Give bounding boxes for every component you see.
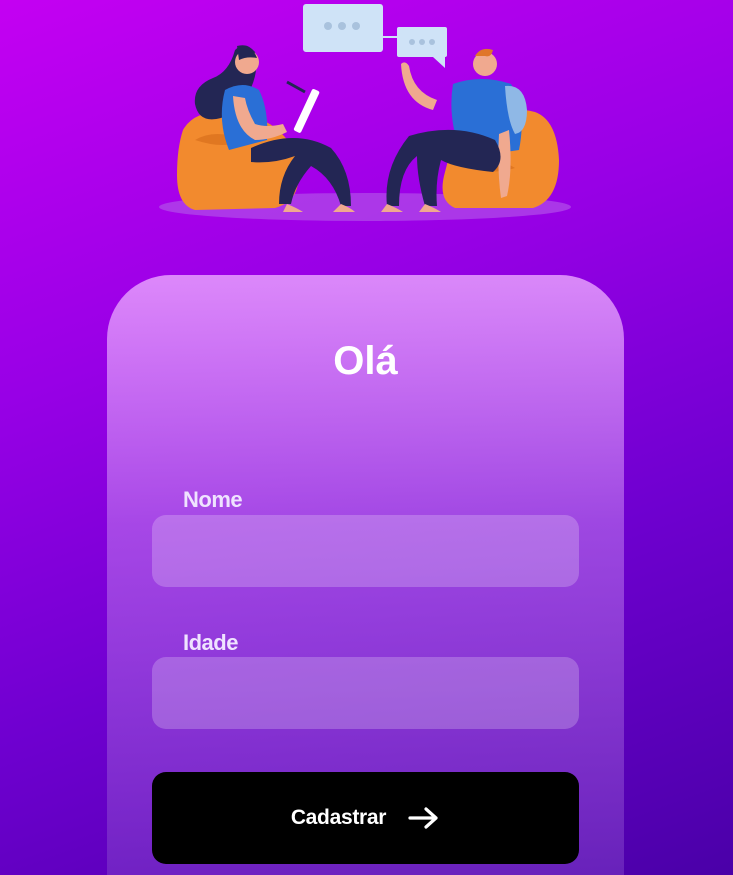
name-input[interactable] xyxy=(152,515,579,587)
name-label: Nome xyxy=(183,487,243,512)
chat-illustration xyxy=(159,4,571,221)
submit-label: Cadastrar xyxy=(290,806,387,829)
greeting-title: Olá xyxy=(333,339,398,383)
cadastrar-button[interactable]: Cadastrar xyxy=(152,772,579,864)
arrow-right-icon xyxy=(408,806,440,830)
registration-card: Olá Nome Idade Cadastrar xyxy=(107,275,624,875)
age-label: Idade xyxy=(183,630,238,655)
age-input[interactable] xyxy=(152,657,579,729)
hero-illustration xyxy=(155,0,575,228)
